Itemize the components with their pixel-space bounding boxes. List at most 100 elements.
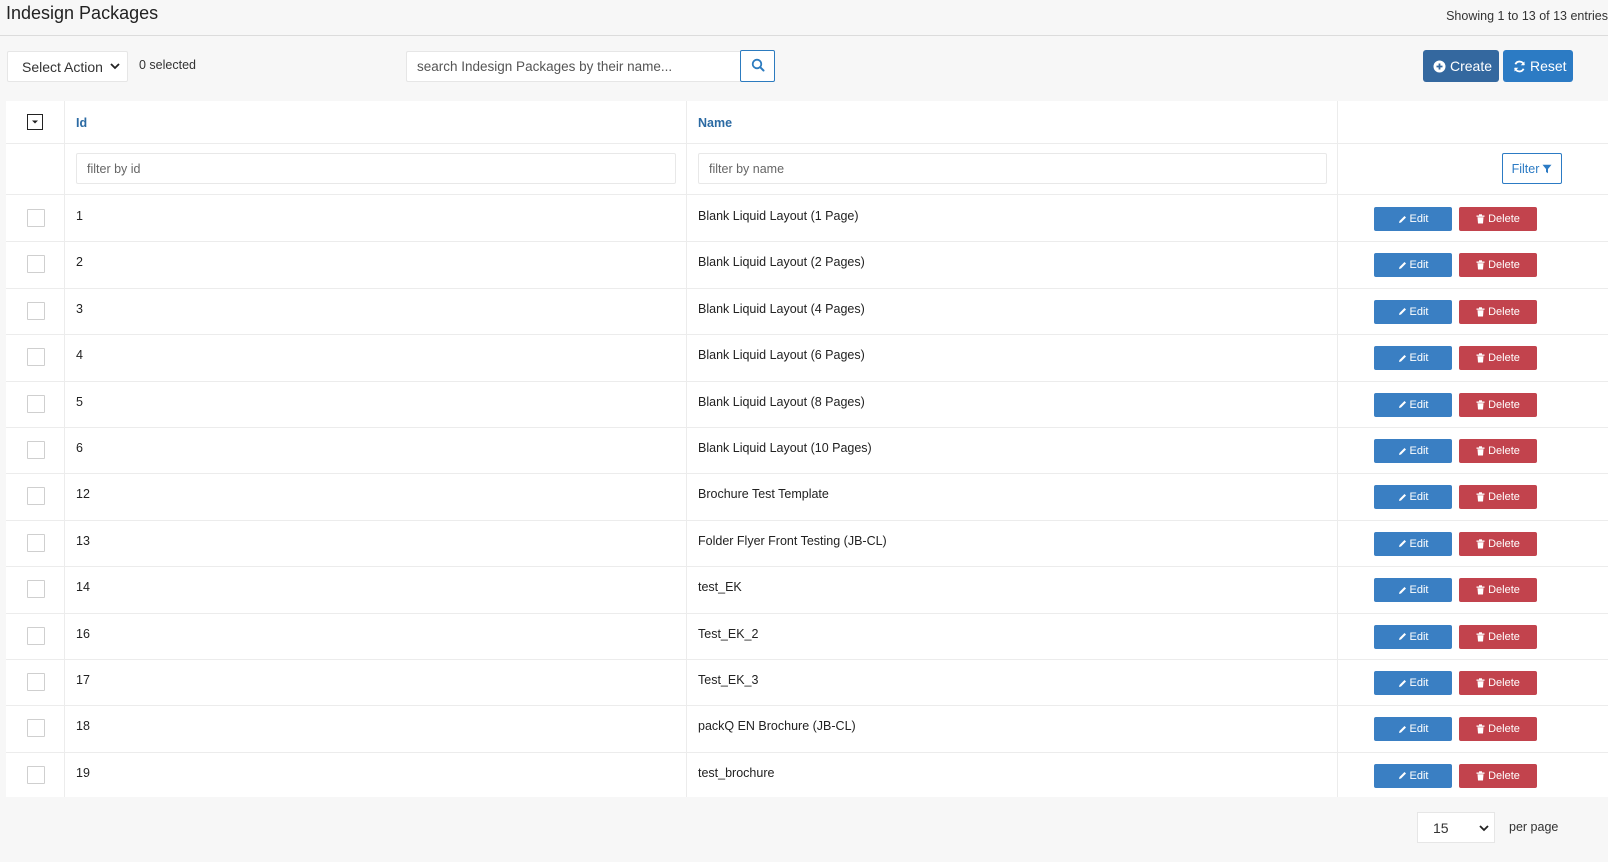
table-row: 5 Blank Liquid Layout (8 Pages) Edit Delete (6, 381, 1608, 427)
edit-button[interactable]: Edit (1374, 439, 1452, 463)
column-header-name[interactable]: Name (698, 116, 732, 130)
row-checkbox[interactable] (27, 348, 45, 367)
trash-icon (1476, 492, 1485, 502)
table-row: 1 Blank Liquid Layout (1 Page) Edit Delete (6, 195, 1608, 241)
table-row: 18 packQ EN Brochure (JB-CL) Edit Delete (6, 705, 1608, 751)
edit-label: Edit (1409, 445, 1429, 457)
pencil-icon (1398, 679, 1407, 688)
table-row: 4 Blank Liquid Layout (6 Pages) Edit Delete (6, 334, 1608, 380)
cell-id: 14 (76, 580, 90, 595)
row-checkbox[interactable] (27, 626, 45, 645)
delete-button[interactable]: Delete (1459, 717, 1537, 742)
row-checkbox[interactable] (27, 673, 45, 691)
page-title: Indesign Packages (6, 3, 159, 23)
edit-button[interactable]: Edit (1374, 717, 1452, 742)
trash-icon (1476, 724, 1485, 734)
row-checkbox[interactable] (27, 394, 45, 413)
delete-button[interactable]: Delete (1459, 763, 1537, 788)
search-input[interactable] (406, 51, 740, 82)
create-button[interactable]: Create (1423, 50, 1499, 82)
edit-label: Edit (1409, 213, 1429, 225)
per-page-select[interactable]: 15 (1417, 812, 1495, 843)
delete-label: Delete (1488, 769, 1520, 782)
delete-button[interactable]: Delete (1459, 253, 1537, 278)
edit-button[interactable]: Edit (1374, 253, 1452, 278)
table-row: 14 test_EK Edit Delete (6, 566, 1608, 612)
selected-count: 0 selected (139, 58, 196, 72)
delete-button[interactable]: Delete (1459, 439, 1537, 463)
delete-label: Delete (1488, 537, 1520, 550)
row-checkbox[interactable] (27, 487, 45, 506)
delete-label: Delete (1488, 305, 1520, 318)
caret-down-icon (32, 120, 38, 124)
delete-button[interactable]: Delete (1459, 346, 1537, 371)
edit-button[interactable]: Edit (1374, 578, 1452, 603)
pencil-icon (1398, 261, 1407, 270)
plus-circle-icon (1433, 60, 1446, 73)
edit-button[interactable]: Edit (1374, 624, 1452, 649)
edit-button[interactable]: Edit (1374, 392, 1452, 417)
edit-button[interactable]: Edit (1374, 207, 1452, 231)
delete-label: Delete (1488, 259, 1520, 272)
cell-id: 6 (76, 441, 83, 455)
delete-button[interactable]: Delete (1459, 624, 1537, 649)
edit-button[interactable]: Edit (1374, 763, 1452, 788)
filter-name-input[interactable] (698, 153, 1327, 184)
filter-id-input[interactable] (76, 153, 676, 184)
edit-button[interactable]: Edit (1374, 485, 1452, 510)
delete-label: Delete (1488, 677, 1520, 689)
delete-button[interactable]: Delete (1459, 485, 1537, 510)
row-checkbox[interactable] (27, 209, 45, 227)
cell-name: Blank Liquid Layout (4 Pages) (698, 301, 865, 316)
pencil-icon (1398, 493, 1407, 502)
delete-label: Delete (1488, 213, 1520, 225)
pencil-icon (1398, 539, 1407, 548)
edit-button[interactable]: Edit (1374, 299, 1452, 324)
edit-button[interactable]: Edit (1374, 671, 1452, 695)
cell-id: 4 (76, 348, 83, 363)
delete-button[interactable]: Delete (1459, 207, 1537, 231)
column-header-id[interactable]: Id (76, 116, 87, 130)
delete-button[interactable]: Delete (1459, 392, 1537, 417)
cell-id: 16 (76, 626, 90, 641)
pencil-icon (1398, 586, 1407, 595)
delete-label: Delete (1488, 584, 1520, 597)
row-checkbox[interactable] (27, 580, 45, 599)
row-checkbox[interactable] (27, 719, 45, 738)
cell-id: 2 (76, 255, 83, 270)
cell-name: Blank Liquid Layout (1 Page) (698, 209, 859, 223)
page: Indesign Packages Showing 1 to 13 of 13 … (0, 0, 1608, 862)
row-checkbox[interactable] (27, 765, 45, 784)
row-checkbox[interactable] (27, 441, 45, 459)
cell-id: 13 (76, 533, 90, 548)
per-page-label: per page (1509, 820, 1559, 834)
delete-button[interactable]: Delete (1459, 531, 1537, 556)
edit-label: Edit (1409, 398, 1429, 411)
row-checkbox[interactable] (27, 255, 45, 274)
row-checkbox[interactable] (27, 533, 45, 552)
delete-button[interactable]: Delete (1459, 671, 1537, 695)
funnel-icon (1542, 164, 1552, 174)
reset-label: Reset (1530, 58, 1567, 74)
cell-name: test_brochure (698, 765, 775, 780)
row-checkbox[interactable] (27, 301, 45, 320)
trash-icon (1476, 353, 1485, 363)
filter-button[interactable]: Filter (1502, 153, 1562, 184)
edit-button[interactable]: Edit (1374, 531, 1452, 556)
delete-label: Delete (1488, 352, 1520, 365)
chevron-down-icon (109, 59, 121, 75)
select-action-dropdown[interactable]: Select Action (7, 51, 128, 82)
cell-id: 12 (76, 487, 90, 502)
cell-id: 19 (76, 765, 90, 780)
delete-button[interactable]: Delete (1459, 578, 1537, 603)
cell-name: Blank Liquid Layout (10 Pages) (698, 441, 872, 455)
trash-icon (1476, 214, 1485, 224)
select-all-checkbox[interactable] (27, 114, 43, 130)
edit-button[interactable]: Edit (1374, 346, 1452, 371)
table-header: Id Name (6, 101, 1608, 143)
search-button[interactable] (740, 50, 775, 82)
delete-label: Delete (1488, 445, 1520, 457)
reset-button[interactable]: Reset (1503, 50, 1573, 82)
delete-button[interactable]: Delete (1459, 299, 1537, 324)
cell-name: test_EK (698, 580, 742, 595)
